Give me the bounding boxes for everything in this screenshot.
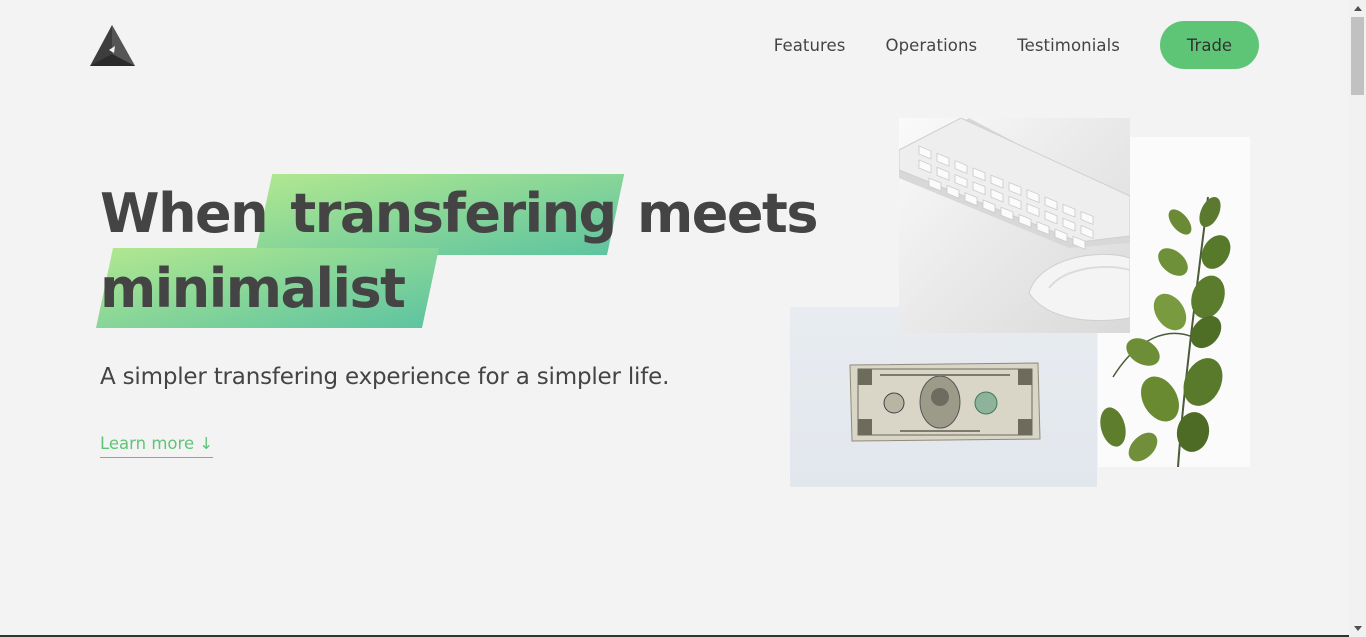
main-nav: Features Operations Testimonials Trade xyxy=(774,21,1259,69)
triangle-logo-icon xyxy=(90,25,135,66)
scroll-down-arrow-icon[interactable] xyxy=(1349,620,1366,637)
heading-word-when: When xyxy=(100,182,269,245)
logo[interactable] xyxy=(89,24,136,67)
nav-link-features[interactable]: Features xyxy=(774,36,846,55)
hero-heading-line-1: When transfering meets xyxy=(100,182,819,245)
trade-button[interactable]: Trade xyxy=(1160,21,1259,69)
keyboard-mouse-icon xyxy=(899,118,1130,321)
dollar-image xyxy=(790,307,1097,487)
scroll-up-arrow-icon[interactable] xyxy=(1349,0,1366,17)
nav-link-operations[interactable]: Operations xyxy=(886,36,978,55)
page-scrollbar[interactable] xyxy=(1349,0,1366,637)
learn-more-link[interactable]: Learn more ↓ xyxy=(100,434,214,458)
hero-subtitle: A simpler transfering experience for a s… xyxy=(100,364,670,390)
heading-word-transfering: transfering xyxy=(290,182,617,245)
scroll-thumb[interactable] xyxy=(1351,17,1364,95)
dollar-bill-icon xyxy=(849,362,1041,442)
hero-heading-line-2: minimalist xyxy=(100,257,406,320)
heading-word-meets: meets xyxy=(637,182,818,245)
nav-link-testimonials[interactable]: Testimonials xyxy=(1017,36,1120,55)
keyboard-image xyxy=(899,118,1130,333)
heading-word-minimalist: minimalist xyxy=(100,257,406,320)
